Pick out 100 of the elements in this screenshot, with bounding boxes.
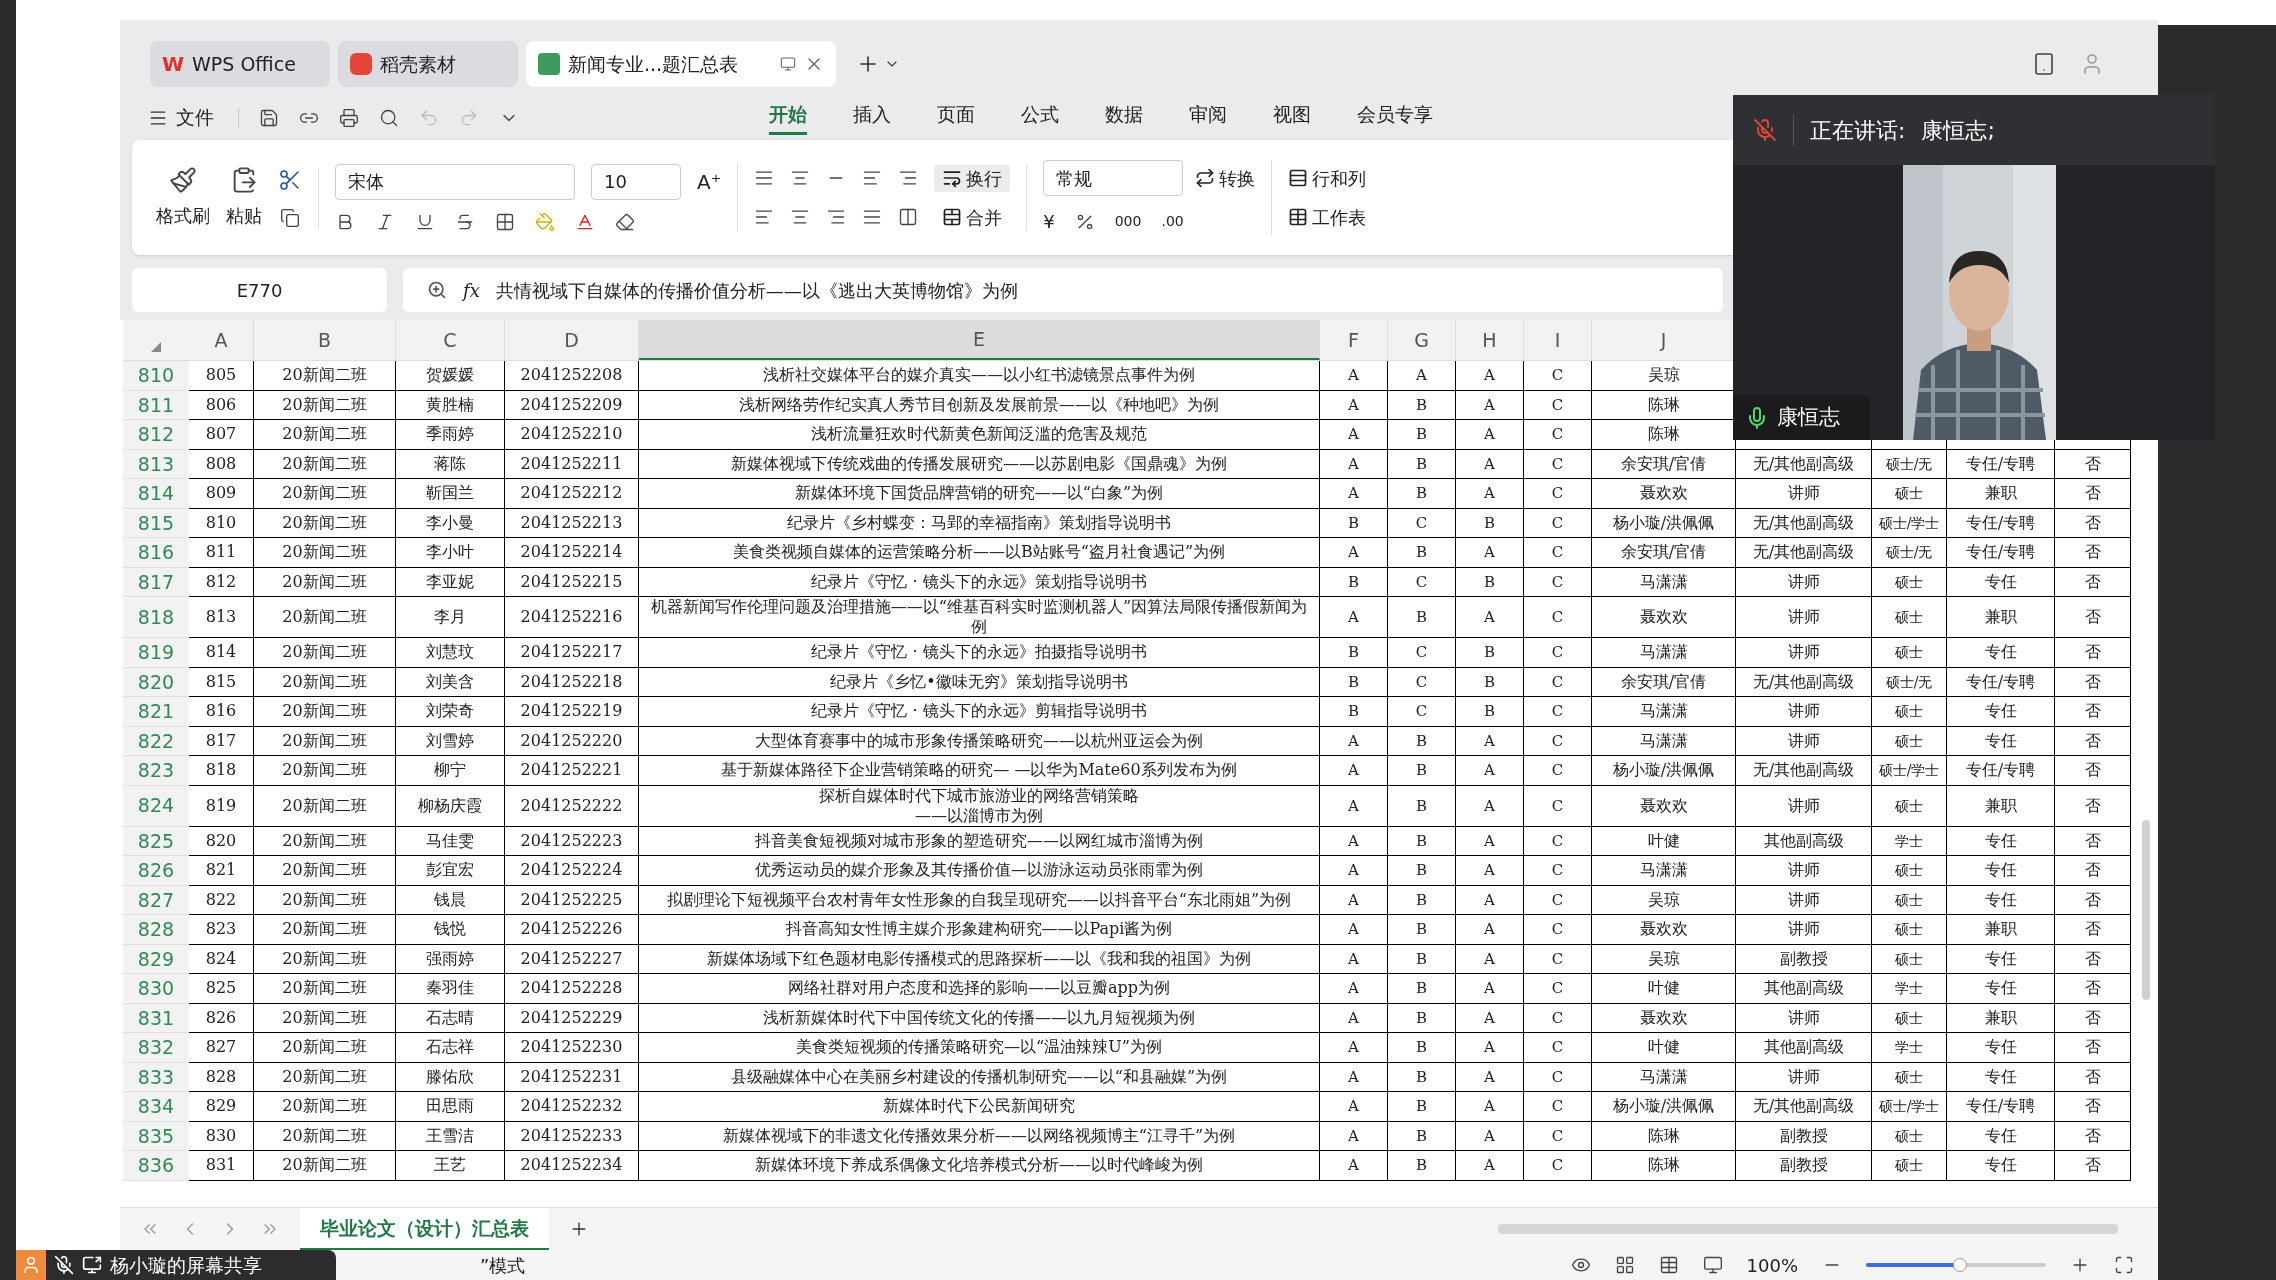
wrap-text-button[interactable]: 换行	[934, 164, 1011, 192]
scissors-icon[interactable]	[278, 167, 302, 192]
table-cell: A	[1484, 889, 1495, 910]
row-header[interactable]: 817	[123, 567, 189, 597]
page-view-icon[interactable]	[1702, 1255, 1723, 1275]
row-header[interactable]: 825	[123, 826, 189, 856]
row-header[interactable]: 830	[123, 974, 189, 1004]
file-menu[interactable]: 文件	[176, 103, 214, 132]
row-header[interactable]: 820	[123, 667, 189, 697]
row-header[interactable]: 826	[123, 856, 189, 886]
row-header[interactable]: 815	[123, 508, 189, 538]
row-header[interactable]: 818	[123, 597, 189, 638]
screen-share-bar[interactable]: 杨小璇的屏幕共享	[16, 1250, 336, 1280]
formula-field[interactable]: fx 共情视域下自媒体的传播价值分析——以《逃出大英博物馆》为例	[403, 268, 1723, 312]
row-header[interactable]: 821	[123, 697, 189, 727]
browser-tab[interactable]: W WPS Office	[150, 41, 330, 87]
row-header[interactable]: 824	[123, 785, 189, 827]
monitor-icon[interactable]	[780, 56, 796, 72]
fullscreen-icon[interactable]	[2114, 1255, 2134, 1275]
table-cell: 807	[205, 424, 237, 445]
borders-icon[interactable]	[495, 211, 515, 232]
table-cell: 2041252226	[520, 919, 623, 940]
zoom-level[interactable]: 100%	[1746, 1251, 1798, 1279]
row-header[interactable]: 810	[123, 361, 189, 391]
fill-color-icon[interactable]	[535, 211, 555, 232]
paste-button[interactable]: 粘贴	[226, 202, 262, 229]
zoom-slider[interactable]	[1866, 1258, 2046, 1272]
ribbon-tab[interactable]: 公式	[1021, 99, 1059, 136]
ribbon-tab[interactable]: 会员专享	[1357, 99, 1433, 136]
row-header[interactable]: 835	[123, 1121, 189, 1151]
grow-font-icon[interactable]: A⁺	[697, 166, 722, 197]
row-header[interactable]: 834	[123, 1092, 189, 1122]
format-painter-button[interactable]: 格式刷	[156, 202, 210, 229]
zoom-icon	[427, 280, 447, 300]
table-cell: B	[1416, 795, 1427, 816]
column-header[interactable]: E	[639, 320, 1320, 360]
font-select[interactable]: 宋体	[335, 163, 575, 200]
row-header[interactable]: 829	[123, 944, 189, 974]
table-cell: 818	[205, 760, 237, 781]
table-cell: 其他副高级	[1763, 978, 1844, 999]
column-header[interactable]: A	[189, 320, 254, 360]
column-header[interactable]: H	[1456, 320, 1524, 360]
table-cell: A	[1348, 978, 1359, 999]
scrollbar-thumb[interactable]	[2142, 820, 2150, 1000]
row-header[interactable]: 833	[123, 1062, 189, 1092]
column-header[interactable]: G	[1388, 320, 1456, 360]
search-icon[interactable]	[379, 107, 399, 128]
paintbrush-icon[interactable]	[169, 166, 197, 194]
column-header[interactable]: C	[396, 320, 505, 360]
currency-icon[interactable]: ¥	[1043, 208, 1055, 235]
table-cell: A	[1484, 948, 1495, 969]
save-icon[interactable]	[259, 107, 279, 128]
tablet-icon[interactable]	[2032, 52, 2056, 76]
thousands-icon[interactable]: 000	[1114, 211, 1142, 232]
distribute-icon[interactable]	[898, 207, 919, 227]
table-cell: 纪录片《守忆 · 镜头下的永远》剪辑指导说明书	[811, 701, 1147, 722]
row-header[interactable]: 827	[123, 885, 189, 915]
number-format-select[interactable]: 常规	[1043, 160, 1184, 196]
table-cell: A	[1484, 978, 1495, 999]
rows-columns-button[interactable]: 行和列	[1288, 164, 1367, 192]
ribbon-tab[interactable]: 插入	[853, 99, 891, 136]
ribbon-tab[interactable]: 审阅	[1189, 99, 1227, 136]
horizontal-scrollbar[interactable]	[1498, 1224, 2118, 1234]
ribbon-tab[interactable]: 数据	[1105, 99, 1143, 136]
row-header[interactable]: 813	[123, 449, 189, 479]
worksheet-button[interactable]: 工作表	[1288, 203, 1367, 231]
sheet-tab[interactable]: 毕业论文（设计）汇总表	[300, 1208, 549, 1250]
convert-button[interactable]: 转换	[1195, 164, 1256, 192]
eraser-icon[interactable]	[615, 211, 635, 232]
ribbon-tab[interactable]: 开始	[769, 99, 807, 136]
layout-icon[interactable]	[1614, 1255, 1635, 1275]
row-header[interactable]: 828	[123, 915, 189, 945]
print-icon[interactable]	[339, 107, 359, 128]
row-header[interactable]: 814	[123, 479, 189, 509]
row-header[interactable]: 812	[123, 420, 189, 450]
table-cell: A	[1348, 795, 1359, 816]
copy-icon[interactable]	[280, 207, 300, 228]
browser-tab[interactable]: 稻壳素材	[338, 41, 518, 87]
row-header[interactable]: 836	[123, 1151, 189, 1181]
ribbon-tab[interactable]: 页面	[937, 99, 975, 136]
font-size-select[interactable]: 10	[591, 163, 681, 200]
row-header[interactable]: 823	[123, 756, 189, 786]
table-cell: A	[1416, 365, 1427, 386]
name-box[interactable]: E770	[132, 268, 387, 312]
row-header[interactable]: 811	[123, 390, 189, 420]
row-header[interactable]: 832	[123, 1033, 189, 1063]
ribbon-tab[interactable]: 视图	[1273, 99, 1311, 136]
increase-decimal-icon[interactable]: .00	[1161, 211, 1184, 232]
row-header[interactable]: 819	[123, 638, 189, 668]
merge-button[interactable]: 合并	[934, 203, 1011, 231]
browser-tab[interactable]: 新闻专业...题汇总表	[526, 41, 836, 87]
merge-icon	[942, 207, 963, 227]
column-header[interactable]: F	[1320, 320, 1388, 360]
row-header[interactable]: 816	[123, 538, 189, 568]
column-header[interactable]: I	[1524, 320, 1592, 360]
column-header[interactable]: B	[254, 320, 396, 360]
screen-share-icon[interactable]	[82, 1255, 102, 1275]
row-header[interactable]: 822	[123, 726, 189, 756]
normal-view-icon[interactable]	[1658, 1255, 1679, 1275]
row-header[interactable]: 831	[123, 1003, 189, 1033]
